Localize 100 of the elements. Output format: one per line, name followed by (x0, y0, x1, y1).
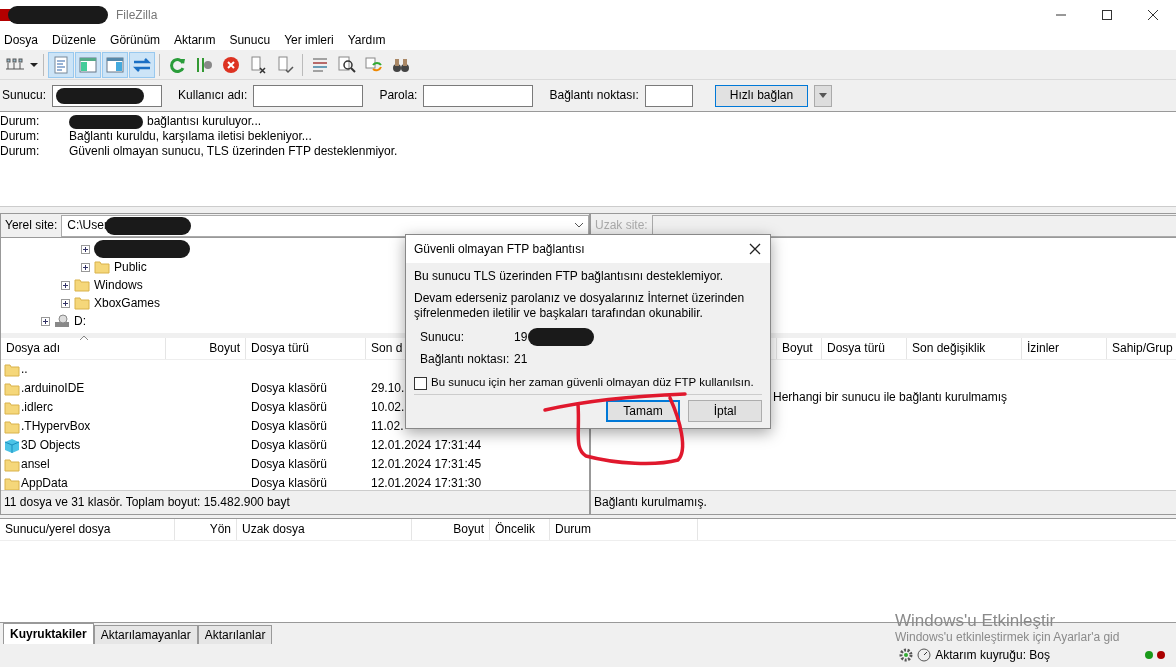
column-header[interactable]: Dosya türü (822, 338, 907, 359)
window-title: FileZilla (116, 7, 158, 23)
dialog-title: Güvenli olmayan FTP bağlantısı (414, 241, 585, 257)
remote-tree-icon (105, 54, 125, 75)
checkbox-label[interactable]: Bu sunucu için her zaman güvenli olmayan düz FTP kullanılsın. (431, 376, 754, 390)
menu-item[interactable]: Sunucu (229, 32, 271, 48)
file-name[interactable]: AppData (21, 476, 68, 490)
dropdown-icon[interactable] (574, 221, 584, 230)
menu-item[interactable]: Aktarım (174, 32, 216, 48)
compare-magnifier-icon (337, 54, 357, 75)
transfer-arrows-button[interactable] (129, 51, 155, 78)
input-field[interactable] (644, 84, 693, 107)
expand-icon[interactable] (41, 316, 50, 326)
column-header[interactable]: Boyut (412, 519, 490, 540)
column-header[interactable]: Son değişiklik (907, 338, 1022, 359)
checkbox[interactable] (414, 376, 427, 390)
file-type: Dosya klasörü (250, 457, 329, 472)
reconnect-icon (275, 54, 295, 75)
local-tree-icon (78, 54, 98, 75)
file-name[interactable]: .idlerc (21, 400, 53, 415)
caret-icon (818, 91, 829, 100)
tab[interactable]: Kuyruktakiler (3, 623, 94, 644)
tab[interactable]: Aktarılanlar (197, 624, 273, 644)
tree-item[interactable]: XboxGames (94, 295, 161, 311)
file-type: Dosya klasörü (250, 419, 329, 434)
field-label: Bağlantı noktası: (549, 88, 639, 103)
file-name[interactable]: .THypervBox (21, 419, 91, 434)
gear-icon (899, 648, 914, 662)
ok-button[interactable]: Tamam (606, 399, 680, 422)
column-header[interactable]: Dosya adı (1, 338, 166, 359)
menu-item[interactable]: Yer imleri (284, 32, 334, 48)
gauge-icon (917, 648, 932, 662)
file-date: 12.01.2024 17:31:44 (370, 438, 483, 453)
quickconnect-button[interactable]: Hızlı bağlan (714, 84, 809, 107)
cancel-button[interactable]: İptal (688, 399, 762, 422)
tree-item[interactable]: D: (74, 313, 86, 329)
tree-item[interactable]: Windows (94, 277, 143, 293)
maximize-icon[interactable] (1099, 7, 1115, 23)
column-header[interactable]: Uzak dosya (237, 519, 412, 540)
dropdown-button[interactable] (814, 84, 833, 107)
close-icon[interactable] (748, 242, 762, 256)
menu-item[interactable]: Dosya (4, 32, 38, 48)
column-header[interactable]: Durum (550, 519, 698, 540)
folder-icon (4, 361, 20, 378)
column-header[interactable]: Sunucu/yerel dosya (0, 519, 175, 540)
field-label: Sunucu: (2, 88, 47, 103)
column-header[interactable]: Dosya türü (246, 338, 366, 359)
column-header[interactable]: Sahip/Grup (1107, 338, 1176, 359)
local-tree-button[interactable] (75, 51, 101, 78)
path-field[interactable] (651, 214, 1176, 237)
expand-icon[interactable] (61, 298, 70, 308)
cube-icon (4, 437, 20, 454)
site-label: Uzak site: (594, 218, 649, 233)
drive-icon (54, 313, 70, 329)
folder-icon (4, 456, 20, 473)
field-value: 19 (514, 329, 528, 345)
log-label: Durum: (0, 144, 41, 159)
file-type: Dosya klasörü (250, 381, 329, 396)
cancel-icon (221, 54, 241, 75)
tab[interactable]: Aktarılamayanlar (93, 624, 198, 644)
disconnect-icon (248, 54, 268, 75)
file-name[interactable]: .. (21, 362, 28, 377)
expand-icon[interactable] (61, 280, 70, 290)
expand-icon[interactable] (81, 262, 90, 272)
menu-item[interactable]: Görünüm (110, 32, 161, 48)
log-message: Güvenli olmayan sunucu, TLS üzerinden FTP desteklenmiyor. (69, 144, 398, 159)
status-text: Bağlantı kurulmamış. (594, 495, 707, 510)
menu-item[interactable]: Düzenle (52, 32, 97, 48)
remote-tree-button[interactable] (102, 51, 128, 78)
dialog-warning: Devam ederseniz parolanız ve dosyalarınız İnternet üzerinden şifrelenmeden iletilir ve başkaları tarafından okunabilir. (414, 291, 746, 321)
tree-item[interactable]: Public (114, 259, 147, 275)
input-field[interactable] (52, 84, 163, 107)
queue-status: Aktarım kuyruğu: Boş (935, 649, 1050, 661)
input-field[interactable] (253, 84, 364, 107)
column-header[interactable]: Boyut (166, 338, 246, 359)
site-label: Yerel site: (4, 218, 59, 233)
file-date: 12.01.2024 17:31:30 (370, 476, 483, 490)
file-date: 11.02. (370, 419, 405, 434)
input-field[interactable] (423, 84, 534, 107)
file-name[interactable]: .arduinoIDE (21, 381, 85, 396)
column-header[interactable]: Öncelik (490, 519, 550, 540)
folder-icon (4, 418, 20, 435)
dialog-message: Bu sunucu TLS üzerinden FTP bağlantısını desteklemiyor. (414, 269, 725, 284)
log-message: bağlantısı kuruluyor... (147, 114, 262, 129)
file-name[interactable]: ansel (21, 457, 50, 472)
column-header[interactable]: Yön (175, 519, 237, 540)
status-text: 11 dosya ve 31 klasör. Toplam boyut: 15.482.900 bayt (4, 495, 290, 510)
column-header[interactable]: Boyut (777, 338, 822, 359)
close-icon[interactable] (1145, 7, 1161, 23)
folder-icon (4, 399, 20, 416)
log-label: Durum: (0, 114, 41, 129)
file-name[interactable]: 3D Objects (21, 438, 81, 453)
expand-icon[interactable] (81, 244, 90, 254)
sort-icon (79, 335, 89, 341)
watermark-text: Windows'u etkinleştirmek için Ayarlar'a gid (895, 630, 1120, 644)
log-view-icon (51, 54, 71, 75)
column-header[interactable]: İzinler (1022, 338, 1107, 359)
file-date: 10.02. (370, 400, 406, 415)
field-label: Kullanıcı adı: (178, 88, 248, 103)
menu-item[interactable]: Yardım (347, 32, 386, 48)
